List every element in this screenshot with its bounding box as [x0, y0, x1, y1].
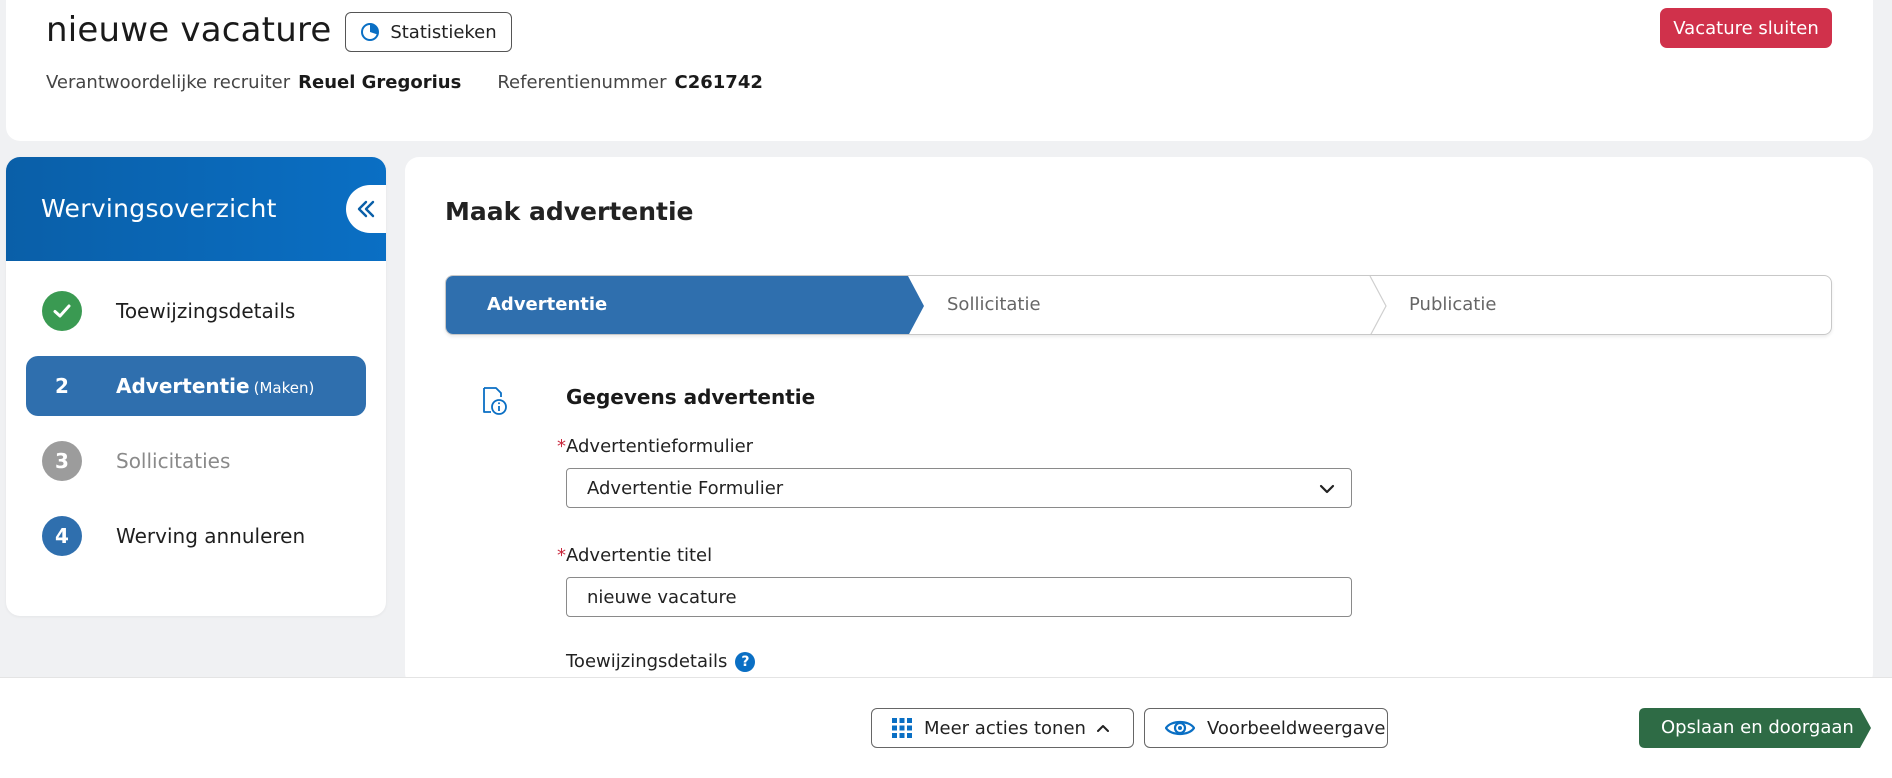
- step-label: Werving annuleren: [116, 524, 306, 548]
- more-actions-button[interactable]: Meer acties tonen: [871, 708, 1134, 748]
- statistics-label: Statistieken: [390, 21, 497, 43]
- chevron-up-icon: [1097, 725, 1109, 732]
- form-field-label: *Advertentieformulier: [557, 436, 753, 457]
- eye-icon: [1165, 720, 1195, 736]
- sidebar-item-advertentie[interactable]: 2 Advertentie (Maken): [26, 356, 366, 416]
- sidebar-item-werving-annuleren[interactable]: 4 Werving annuleren: [26, 506, 366, 566]
- reference-value: C261742: [674, 72, 763, 93]
- grid-icon: [892, 718, 912, 738]
- advertisement-form-select[interactable]: Advertentie Formulier: [566, 468, 1352, 508]
- advertisement-title-input[interactable]: [566, 577, 1352, 617]
- form-field-text: Advertentieformulier: [566, 436, 754, 457]
- statistics-button[interactable]: Statistieken: [345, 12, 512, 52]
- section-page-title: Maak advertentie: [445, 197, 694, 226]
- sidebar-title: Wervingsoverzicht: [41, 194, 277, 223]
- recruiter-info: Verantwoordelijke recruiter Reuel Gregori…: [46, 72, 461, 93]
- preview-label: Voorbeeldweergave: [1207, 717, 1386, 739]
- required-marker: *: [557, 436, 566, 457]
- step-label: Advertentie: [116, 374, 250, 398]
- title-field-text: Advertentie titel: [566, 545, 713, 566]
- stepper-publicatie[interactable]: Publicatie: [1409, 294, 1496, 315]
- assignment-details-text: Toewijzingsdetails: [566, 651, 728, 672]
- reference-label: Referentienummer: [497, 72, 667, 93]
- double-chevron-left-icon: [357, 200, 375, 218]
- step-label: Sollicitaties: [116, 449, 231, 473]
- document-info-icon: [483, 387, 507, 415]
- sidebar-item-sollicitaties: 3 Sollicitaties: [26, 431, 366, 491]
- action-footer: Meer acties tonen Voorbeeldweergave Opsl…: [0, 677, 1892, 778]
- preview-button[interactable]: Voorbeeldweergave: [1144, 708, 1388, 748]
- step-label: Toewijzingsdetails: [116, 299, 296, 323]
- stepper-advertentie[interactable]: Advertentie: [487, 294, 607, 315]
- stepper-shapes: [446, 276, 1387, 334]
- step-label-wrap: Advertentie (Maken): [116, 374, 314, 398]
- recruitment-sidebar: Wervingsoverzicht Toewijzingsdetails 2 A…: [6, 157, 386, 616]
- step-sublabel: (Maken): [253, 379, 315, 397]
- title-field-label: *Advertentie titel: [557, 545, 712, 566]
- more-actions-label: Meer acties tonen: [924, 717, 1086, 739]
- step-number: 4: [42, 516, 82, 556]
- save-and-continue-button[interactable]: Opslaan en doorgaan: [1639, 708, 1871, 748]
- required-marker: *: [557, 545, 566, 566]
- check-icon: [42, 291, 82, 331]
- vacancy-header: nieuwe vacature Statistieken Vacature sl…: [6, 0, 1873, 141]
- step-number: 3: [42, 441, 82, 481]
- step-list: Toewijzingsdetails 2 Advertentie (Maken) …: [6, 261, 386, 566]
- page-title: nieuwe vacature: [46, 10, 332, 50]
- recruiter-label: Verantwoordelijke recruiter: [46, 72, 291, 93]
- close-vacancy-button[interactable]: Vacature sluiten: [1660, 8, 1832, 48]
- collapse-sidebar-button[interactable]: [346, 185, 386, 233]
- vacancy-meta: Verantwoordelijke recruiter Reuel Gregori…: [46, 72, 763, 93]
- step-number: 2: [55, 374, 69, 398]
- select-value: Advertentie Formulier: [587, 477, 784, 499]
- recruiter-name: Reuel Gregorius: [298, 72, 462, 93]
- sidebar-header: Wervingsoverzicht: [6, 157, 386, 261]
- main-content: Maak advertentie Advertentie Sollicitati…: [405, 157, 1873, 687]
- reference-info: Referentienummer C261742: [497, 72, 763, 93]
- progress-stepper: Advertentie Sollicitatie Publicatie: [445, 275, 1832, 335]
- section-title: Gegevens advertentie: [566, 385, 816, 409]
- help-icon[interactable]: ?: [735, 651, 756, 672]
- stepper-sollicitatie[interactable]: Sollicitatie: [947, 294, 1041, 315]
- pie-chart-icon: [361, 23, 380, 41]
- chevron-down-icon: [1319, 484, 1335, 494]
- assignment-details-label: Toewijzingsdetails ?: [566, 651, 756, 672]
- sidebar-item-toewijzingsdetails[interactable]: Toewijzingsdetails: [26, 281, 366, 341]
- save-label: Opslaan en doorgaan: [1661, 717, 1854, 738]
